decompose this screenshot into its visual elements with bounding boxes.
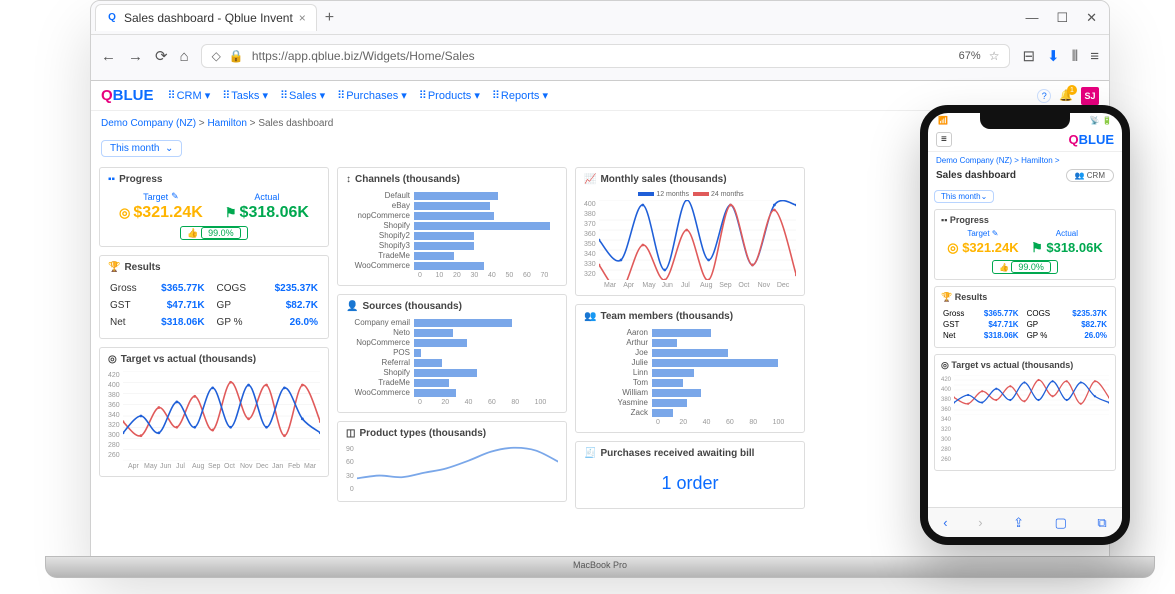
- crumb-company[interactable]: Demo Company (NZ): [101, 118, 196, 129]
- help-icon[interactable]: ?: [1037, 89, 1051, 103]
- tva-chart: [123, 371, 320, 461]
- awaiting-card[interactable]: 🧾 Purchases received awaiting bill 1 ord…: [575, 441, 805, 509]
- phone-filter[interactable]: This month ⌄: [934, 190, 994, 203]
- library-icon[interactable]: ⦀: [1072, 48, 1079, 65]
- logo[interactable]: QBLUE: [101, 87, 154, 104]
- download-icon[interactable]: ⬇: [1047, 47, 1060, 65]
- menu-icon[interactable]: ≡: [1090, 48, 1099, 65]
- phone-book-icon[interactable]: ▢: [1055, 515, 1067, 531]
- tab-title: Sales dashboard - Qblue Invent: [124, 11, 293, 25]
- phone-menu-icon[interactable]: ≡: [936, 132, 952, 147]
- phone-crm-chip[interactable]: 👥 CRM: [1066, 169, 1114, 182]
- nav-purchases[interactable]: ⠿Purchases ▾: [337, 89, 407, 102]
- progress-pct: 👍 99.0%: [180, 226, 247, 240]
- target-label[interactable]: Target ✎: [143, 191, 179, 202]
- main-nav: ⠿CRM ▾ ⠿Tasks ▾ ⠿Sales ▾ ⠿Purchases ▾ ⠿P…: [168, 89, 549, 102]
- notifications-icon[interactable]: 🔔: [1059, 89, 1073, 102]
- ptypes-chart: [357, 445, 558, 495]
- nav-sales[interactable]: ⠿Sales ▾: [280, 89, 325, 102]
- awaiting-value: 1 order: [584, 465, 796, 502]
- flag-icon: ⚑: [225, 205, 237, 220]
- window-controls: — ☐ ✕: [1025, 10, 1105, 26]
- lock-icon: 🔒: [229, 49, 244, 63]
- address-bar[interactable]: ◇ 🔒 https://app.qblue.biz/Widgets/Home/S…: [201, 44, 1011, 68]
- favicon: Q: [106, 12, 118, 24]
- user-avatar[interactable]: SJ: [1081, 87, 1099, 105]
- sources-card: 👤 Sources (thousands) Company emailNetoN…: [337, 294, 567, 413]
- url-text: https://app.qblue.biz/Widgets/Home/Sales: [252, 49, 475, 63]
- team-card: 👥 Team members (thousands) AaronArthurJo…: [575, 304, 805, 433]
- phone-tabbar: ‹ › ⇪ ▢ ⧉: [928, 507, 1122, 537]
- toolbar: ← → ⟳ ⌂ ◇ 🔒 https://app.qblue.biz/Widget…: [91, 35, 1109, 77]
- results-card: 🏆 Results Gross$365.77KCOGS$235.37K GST$…: [99, 255, 329, 339]
- phone-breadcrumb[interactable]: Demo Company (NZ) > Hamilton >: [928, 152, 1122, 169]
- monthly-card: 📈 Monthly sales (thousands) 12 months 24…: [575, 167, 805, 296]
- phone-progress-card: ▪▪ Progress Target ✎◎ $321.24K Actual⚑ $…: [934, 209, 1116, 280]
- new-tab-button[interactable]: +: [325, 9, 334, 27]
- tva-card: ◎ Target vs actual (thousands) 420400380…: [99, 347, 329, 477]
- phone-mockup: 📶 📡 🔋 ≡ QBLUE Demo Company (NZ) > Hamilto…: [920, 105, 1130, 545]
- bookmark-icon[interactable]: ☆: [989, 49, 1000, 63]
- close-tab-icon[interactable]: ×: [299, 11, 306, 25]
- forward-button[interactable]: →: [128, 48, 143, 65]
- signal-icon: 📶: [938, 116, 948, 125]
- monthly-chart: [599, 200, 796, 280]
- shield-icon: ◇: [212, 49, 221, 63]
- ptypes-card: ◫ Product types (thousands) 9060300: [337, 421, 567, 502]
- actual-value: $318.06K: [240, 204, 309, 221]
- nav-tasks[interactable]: ⠿Tasks ▾: [222, 89, 268, 102]
- phone-tva-card: ◎ Target vs actual (thousands) 420400380…: [934, 354, 1116, 471]
- tab-strip: Q Sales dashboard - Qblue Invent × + — ☐…: [91, 1, 1109, 35]
- home-button[interactable]: ⌂: [180, 48, 189, 65]
- browser-chrome: Q Sales dashboard - Qblue Invent × + — ☐…: [91, 1, 1109, 81]
- reload-button[interactable]: ⟳: [155, 47, 168, 65]
- phone-back-icon[interactable]: ‹: [943, 515, 947, 530]
- phone-share-icon[interactable]: ⇪: [1013, 515, 1024, 531]
- channels-card: ↕ Channels (thousands) DefaulteBaynopCom…: [337, 167, 567, 286]
- phone-page-title: Sales dashboard: [936, 170, 1016, 181]
- nav-crm[interactable]: ⠿CRM ▾: [168, 89, 211, 102]
- crumb-page: Sales dashboard: [258, 118, 333, 129]
- close-window-icon[interactable]: ✕: [1086, 10, 1097, 26]
- zoom-level[interactable]: 67%: [959, 50, 981, 62]
- results-table: Gross$365.77KCOGS$235.37K GST$47.71KGP$8…: [108, 279, 320, 332]
- permissions-icon[interactable]: ⊟: [1022, 47, 1035, 65]
- target-icon: ◎: [119, 205, 130, 220]
- date-filter[interactable]: This month ⌄: [101, 140, 182, 157]
- maximize-icon[interactable]: ☐: [1056, 10, 1068, 26]
- wifi-battery-icon: 📡 🔋: [1090, 116, 1112, 125]
- phone-tabs-icon[interactable]: ⧉: [1097, 515, 1106, 531]
- phone-logo: QBLUE: [1068, 132, 1114, 147]
- nav-reports[interactable]: ⠿Reports ▾: [492, 89, 548, 102]
- target-value: $321.24K: [133, 204, 202, 221]
- phone-fwd-icon[interactable]: ›: [978, 515, 982, 530]
- phone-results-card: 🏆 Results Gross$365.77KCOGS$235.37K GST$…: [934, 286, 1116, 348]
- laptop-base: MacBook Pro: [45, 556, 1155, 578]
- crumb-location[interactable]: Hamilton: [207, 118, 246, 129]
- actual-label: Actual: [254, 192, 279, 202]
- back-button[interactable]: ←: [101, 48, 116, 65]
- browser-tab[interactable]: Q Sales dashboard - Qblue Invent ×: [95, 4, 317, 31]
- minimize-icon[interactable]: —: [1025, 10, 1038, 26]
- nav-products[interactable]: ⠿Products ▾: [419, 89, 480, 102]
- progress-card: ▪▪Progress Target ✎ ◎$321.24K Actual ⚑$3…: [99, 167, 329, 247]
